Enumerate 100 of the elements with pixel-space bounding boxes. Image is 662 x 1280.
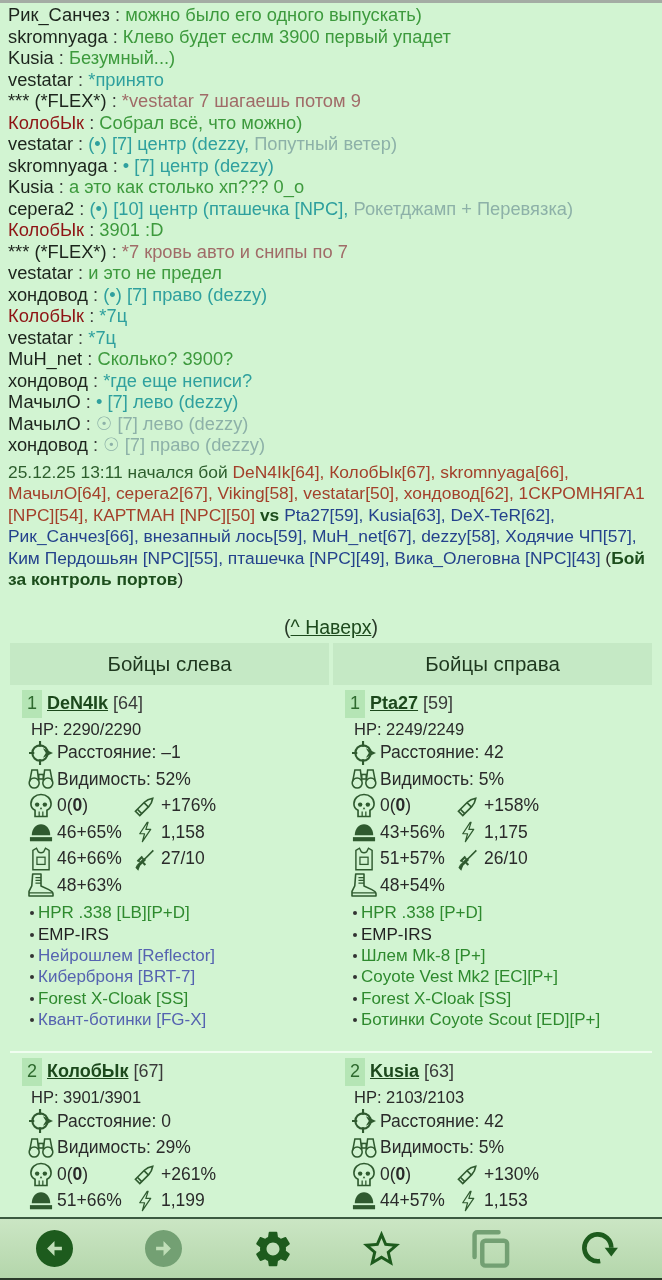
bullet-dot-icon <box>30 953 34 958</box>
crosshair-icon <box>352 740 376 765</box>
lightning-icon <box>138 821 152 844</box>
bullet-dot-icon <box>30 932 34 937</box>
crosshair-icon <box>29 1109 53 1134</box>
equipment-item: Шлем Mk-8 [P+] <box>361 945 486 966</box>
back-button[interactable] <box>36 1230 73 1267</box>
column-header: Бойцы слева <box>10 642 329 685</box>
helmet-icon <box>29 822 53 842</box>
chat-author: серега2 <box>8 197 75 219</box>
chat-author: МачылО <box>8 412 81 434</box>
chat-author: MuH_net <box>8 348 83 369</box>
equipment-item: Forest X-Cloak [SS] <box>361 988 512 1009</box>
stat-value: 1,199 <box>161 1190 206 1212</box>
hp-text: HP: 2103/2103 <box>353 1086 466 1108</box>
stat-value: 51+66% <box>57 1190 123 1212</box>
chat-author: vestatar <box>8 68 74 90</box>
stat-value: Видимость: 29% <box>57 1137 192 1159</box>
favorite-button[interactable] <box>363 1230 400 1267</box>
back-to-top-link[interactable]: (^ Наверх) <box>284 615 378 638</box>
skull-icon <box>353 793 375 819</box>
stat-value: 43+56% <box>380 821 446 843</box>
fighter-number: 2 <box>345 1057 365 1086</box>
stat-value: Расстояние: 42 <box>380 742 505 764</box>
chat-author: КолобЫк <box>8 111 85 133</box>
lightning-icon <box>138 1189 152 1212</box>
star-icon <box>363 1230 400 1267</box>
equipment-item: Киберброня [BRT-7] <box>38 967 196 988</box>
column-header: Бойцы справа <box>333 642 652 685</box>
equipment-item: EMP-IRS <box>361 924 432 945</box>
equipment-item: Нейрошлем [Reflector] <box>38 945 216 966</box>
stat-value: 51+57% <box>380 848 446 870</box>
chat-author: skromnyaga <box>8 25 108 47</box>
stat-value: 0(0) <box>57 1163 90 1185</box>
fighter-name-link[interactable]: Pta27 <box>370 693 419 714</box>
chat-author: хондовод <box>8 283 88 305</box>
lightning-icon <box>461 821 475 844</box>
settings-button[interactable] <box>254 1230 291 1267</box>
fighter-name-link[interactable]: Kusia <box>370 1061 420 1083</box>
stat-value: Расстояние: 0 <box>57 1110 172 1132</box>
stat-value: Расстояние: 42 <box>380 1110 505 1132</box>
boot-icon <box>28 873 54 898</box>
stat-value: 48+54% <box>380 874 446 896</box>
chat-author: Kusia <box>8 47 54 68</box>
bullet-dot-icon <box>353 996 357 1001</box>
stat-value: Видимость: 52% <box>57 768 192 790</box>
chat-message-text: : *7ц <box>77 326 117 348</box>
chat-author: vestatar <box>8 262 74 283</box>
skull-icon <box>30 1161 52 1187</box>
equipment-item: HPR .338 [P+D] <box>361 903 483 924</box>
chat-message-text: : (•) [7] центр (dezzy, Попутный ветер) <box>77 133 398 154</box>
stat-value: 46+65% <box>57 821 123 843</box>
lightning-icon <box>461 1189 475 1212</box>
stat-value: 0(0) <box>380 1163 413 1185</box>
skull-icon <box>30 793 52 819</box>
chat-author: МачылО <box>8 391 81 412</box>
fighter-level: [59] <box>423 693 454 714</box>
chat-message-text: : ☉ [7] лево (dezzy) <box>84 412 249 434</box>
chat-message-text: : (•) [10] центр (пташечка [NPC], Рокетджамп + Перевязка) <box>78 197 574 219</box>
chat-message-text: : (•) [7] право (dezzy) <box>92 283 268 305</box>
chat-message-text: : Собрал всё, что можно) <box>88 111 303 133</box>
chat-author: Kusia <box>8 176 54 197</box>
crosshair-icon <box>352 1109 376 1134</box>
vest-icon <box>355 846 373 871</box>
binoculars-icon <box>351 769 377 790</box>
hp-text: HP: 2249/2249 <box>353 718 466 740</box>
stat-value: +158% <box>484 795 540 817</box>
chat-message-text: : и это не предел <box>77 262 222 283</box>
fighter-name-link[interactable]: КолобЫк <box>47 1061 129 1083</box>
skull-icon <box>353 1161 375 1187</box>
fighter-number: 1 <box>22 689 42 718</box>
helmet-icon <box>352 822 376 842</box>
fighter-name-link[interactable]: DeN4Ik <box>47 693 109 714</box>
stat-value: 26/10 <box>484 848 529 870</box>
chat-message-text: : Клево будет еслм 3900 первый упадет <box>111 25 451 47</box>
chat-message-text: : *7ц <box>88 305 128 326</box>
chat-author: хондовод <box>8 369 88 391</box>
chat-message-text: : можно было его одного выпускать) <box>114 4 422 25</box>
hp-text: HP: 2290/2290 <box>30 718 143 740</box>
binoculars-icon <box>351 1137 377 1158</box>
stat-value: 0(0) <box>380 795 413 817</box>
helmet-icon <box>29 1191 53 1211</box>
bullet-dot-icon <box>30 975 34 980</box>
crosshair-icon <box>29 740 53 765</box>
equipment-item: EMP-IRS <box>38 924 109 945</box>
bullet-dot-icon <box>30 1018 34 1023</box>
chat-author: skromnyaga <box>8 154 108 176</box>
refresh-button[interactable] <box>581 1232 618 1265</box>
fighter-level: [67] <box>133 1061 164 1083</box>
cartridge-icon <box>134 794 156 817</box>
chat-message-text: : *где еще неписи? <box>92 369 253 391</box>
chat-message-text: : *vestatar 7 шагаешь потом 9 <box>110 90 361 111</box>
fighter-level: [63] <box>424 1061 455 1083</box>
fighter-number: 1 <box>345 689 365 718</box>
stat-value: Расстояние: –1 <box>57 742 182 764</box>
refresh-icon <box>581 1232 618 1265</box>
stat-value: 27/10 <box>161 848 206 870</box>
equipment-item: HPR .338 [LB][P+D] <box>38 903 190 924</box>
bullet-dot-icon <box>353 953 357 958</box>
boot-icon <box>351 873 377 898</box>
